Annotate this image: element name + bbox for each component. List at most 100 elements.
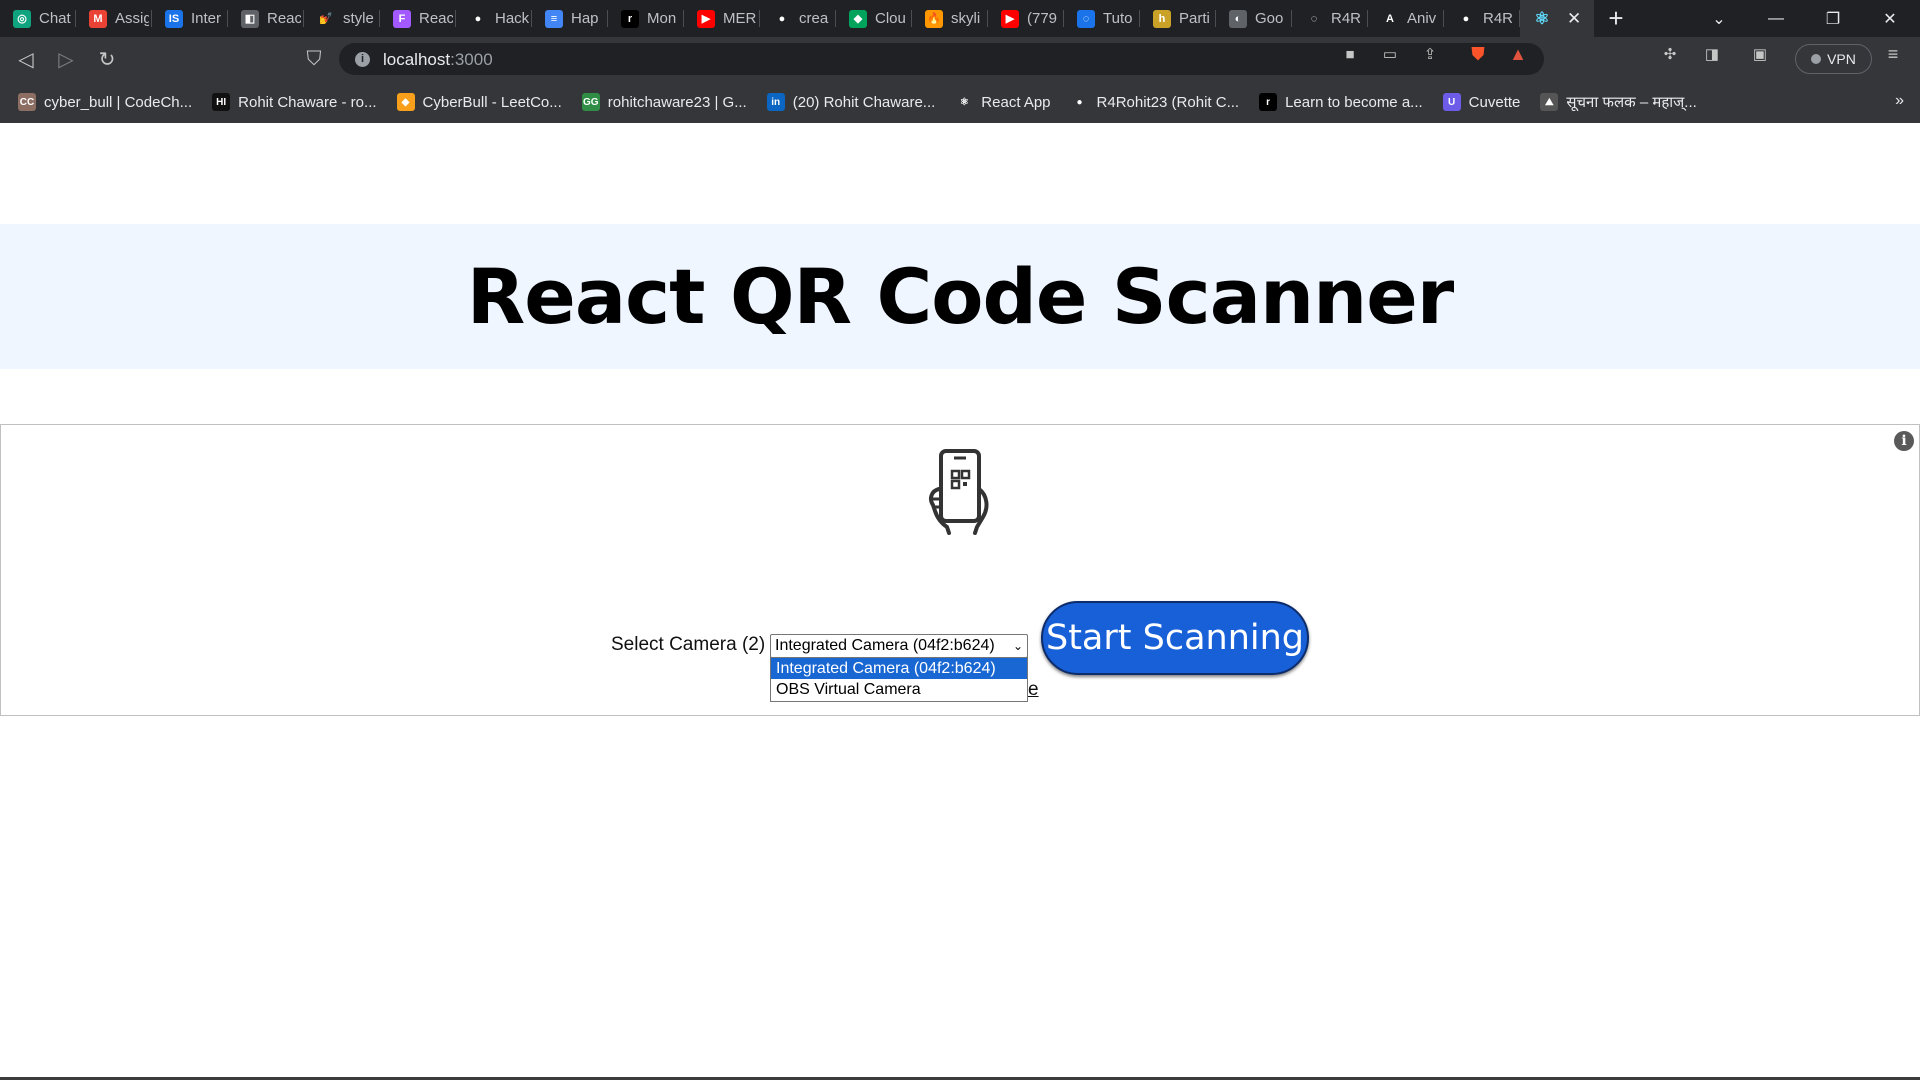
browser-tab[interactable]: F Reac [380, 0, 456, 37]
tab-title: Hack [495, 10, 529, 27]
tab-favicon-icon: r [621, 9, 639, 28]
bookmark-item[interactable]: HI Rohit Chaware - ro... [212, 93, 377, 111]
tab-title: Reac [267, 10, 301, 27]
browser-tab[interactable]: h Parti [1140, 0, 1216, 37]
browser-toolbar: ◁ ▷ ↻ ⛉ i localhost:3000 ■ ▭ ⇪ ⛊ ▲ ✣ ◨ ▣… [0, 37, 1920, 81]
tab-favicon-icon: ● [469, 9, 487, 28]
tab-favicon-icon: A [1381, 9, 1399, 28]
tab-title: Parti [1179, 10, 1210, 27]
window-close-button[interactable]: ✕ [1862, 0, 1918, 37]
bookmark-favicon-icon: CC [18, 93, 36, 111]
camera-select-value: Integrated Camera (04f2:b624) [775, 637, 995, 654]
brave-rewards-icon[interactable]: ▲ [1508, 44, 1528, 64]
tab-title: Clou [875, 10, 906, 27]
minimize-button[interactable]: — [1748, 0, 1804, 37]
tab-favicon-icon: 🔥 [925, 9, 943, 28]
tab-favicon-icon: M [89, 9, 107, 28]
tab-title: MER [723, 10, 757, 27]
tab-favicon-icon: ◐ [1229, 9, 1247, 28]
bookmark-icon[interactable]: ⛉ [302, 47, 326, 71]
camera-option[interactable]: OBS Virtual Camera [771, 679, 1027, 700]
bookmark-item[interactable]: ⚛ React App [955, 93, 1051, 111]
site-info-icon[interactable]: i [355, 52, 370, 67]
cast-icon[interactable]: ▭ [1380, 44, 1400, 64]
tab-title: style [343, 10, 374, 27]
browser-tab[interactable]: ◌ Tuto [1064, 0, 1140, 37]
bookmark-favicon-icon: ● [1070, 93, 1089, 111]
browser-tab[interactable]: IS Inter [152, 0, 228, 37]
bookmark-item[interactable]: ◆ CyberBull - LeetCo... [396, 93, 562, 111]
bookmark-favicon-icon: in [766, 93, 785, 111]
camera-option[interactable]: Integrated Camera (04f2:b624) [771, 658, 1027, 679]
tab-title: Mon [647, 10, 677, 27]
browser-tab[interactable]: M Assig [76, 0, 152, 37]
browser-tab[interactable]: ◧ Reac [228, 0, 304, 37]
scan-image-file-link[interactable]: e [1028, 679, 1039, 701]
bookmark-label: cyber_bull | CodeCh... [44, 93, 193, 111]
bookmark-favicon-icon: U [1442, 93, 1461, 111]
brave-shields-icon[interactable]: ⛊ [1468, 44, 1488, 64]
sidebar-icon[interactable]: ◨ [1702, 44, 1722, 64]
bookmarks-overflow-button[interactable]: » [1895, 92, 1904, 110]
bookmark-favicon-icon: ◆ [396, 93, 415, 111]
browser-tab[interactable]: 💅 style [304, 0, 380, 37]
start-scanning-button[interactable]: Start Scanning [1041, 601, 1309, 675]
browser-tab[interactable]: ≡ Hap [532, 0, 608, 37]
bookmark-label: Rohit Chaware - ro... [238, 93, 377, 111]
address-bar[interactable]: i localhost:3000 [339, 43, 1544, 75]
vpn-button[interactable]: VPN [1795, 44, 1872, 74]
camera-select[interactable]: Integrated Camera (04f2:b624) ⌄ [770, 634, 1028, 658]
bookmark-item[interactable]: ⛰ सूचना फलक – महाज्... [1540, 92, 1697, 112]
browser-tab[interactable]: ◐ Goo [1216, 0, 1292, 37]
browser-tab[interactable]: ● Hack [456, 0, 532, 37]
bookmark-favicon-icon: GG [581, 93, 600, 111]
tab-close-icon[interactable]: ✕ [1567, 9, 1581, 29]
tab-favicon-icon: ◌ [1305, 9, 1323, 28]
browser-tab[interactable]: r Mon [608, 0, 684, 37]
tab-search-button[interactable]: ⌄ [1691, 0, 1747, 37]
info-icon[interactable]: i [1894, 431, 1914, 451]
bookmark-item[interactable]: CC cyber_bull | CodeCh... [18, 93, 192, 111]
browser-tab[interactable]: ▶ (779 [988, 0, 1064, 37]
tab-favicon-icon: ▶ [1001, 9, 1019, 28]
vpn-label: VPN [1827, 51, 1856, 67]
bookmark-label: Learn to become a... [1285, 93, 1423, 111]
browser-tab[interactable]: A Aniv [1368, 0, 1444, 37]
browser-tab-active[interactable]: ⚛ ✕ [1520, 0, 1594, 37]
bookmark-item[interactable]: in (20) Rohit Chaware... [766, 93, 935, 111]
tab-title: Goo [1255, 10, 1284, 27]
page-title: React QR Code Scanner [466, 252, 1454, 341]
new-tab-button[interactable]: + [1594, 0, 1638, 37]
browser-tab[interactable]: ● R4R [1444, 0, 1520, 37]
tab-title: Reac [419, 10, 453, 27]
share-icon[interactable]: ⇪ [1420, 44, 1440, 64]
tab-title: skyli [951, 10, 981, 27]
restore-button[interactable]: ❐ [1805, 0, 1861, 37]
tab-title: Chat [39, 10, 71, 27]
tab-title: Assig [115, 10, 149, 27]
browser-tab[interactable]: ◎ Chat [0, 0, 76, 37]
camera-in-use-icon[interactable]: ■ [1340, 44, 1360, 64]
react-icon: ⚛ [1534, 8, 1550, 28]
extensions-icon[interactable]: ✣ [1660, 44, 1680, 64]
tab-favicon-icon: ● [1457, 9, 1475, 28]
menu-icon[interactable]: ≡ [1883, 44, 1903, 64]
tab-title: (779 [1027, 10, 1058, 27]
bookmark-item[interactable]: U Cuvette [1442, 93, 1520, 111]
browser-tab[interactable]: ◌ R4R [1292, 0, 1368, 37]
browser-tab[interactable]: ● crea [760, 0, 836, 37]
browser-tab[interactable]: ◆ Clou [836, 0, 912, 37]
bookmark-item[interactable]: r Learn to become a... [1259, 93, 1423, 111]
bookmark-item[interactable]: ● R4Rohit23 (Rohit C... [1070, 93, 1239, 111]
tab-title: R4R [1331, 10, 1362, 27]
reload-button[interactable]: ↻ [95, 47, 119, 71]
forward-button[interactable]: ▷ [54, 47, 78, 71]
camera-dropdown-list: Integrated Camera (04f2:b624) OBS Virtua… [770, 657, 1028, 702]
bookmark-item[interactable]: GG rohitchaware23 | G... [581, 93, 747, 111]
wallet-icon[interactable]: ▣ [1750, 44, 1770, 64]
bookmark-label: CyberBull - LeetCo... [422, 93, 562, 111]
back-button[interactable]: ◁ [14, 47, 38, 71]
tab-title: Aniv [1407, 10, 1437, 27]
browser-tab[interactable]: ▶ MER [684, 0, 760, 37]
browser-tab[interactable]: 🔥 skyli [912, 0, 988, 37]
